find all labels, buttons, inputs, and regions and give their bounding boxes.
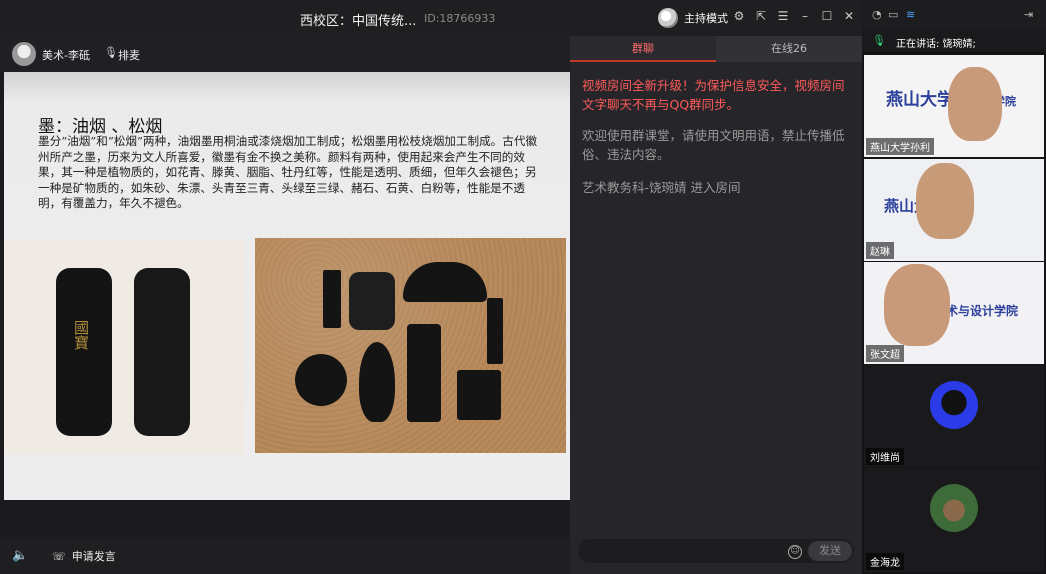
layers-icon[interactable]: ≋ <box>906 8 915 21</box>
presenter-name: 美术-李砥 <box>42 49 90 62</box>
ink-stick-inscription: 國寶 <box>72 320 90 350</box>
presenter-avatar <box>12 42 36 66</box>
share-icon[interactable]: ⇱ <box>754 9 768 23</box>
video-tile[interactable]: 艺术与设计学院 张文超 <box>864 262 1044 364</box>
app-window: 西校区：中国传统... ID:18766933 主持模式 ⚙ ⇱ ☰ – ☐ ✕… <box>0 0 1046 574</box>
ink-piece <box>407 324 441 422</box>
shared-slide: 墨：油烟 、松烟 墨分“油烟”和“松烟”两种，油烟墨用桐油或漆烧烟加工制成；松烟… <box>4 72 570 500</box>
wall-text: 燕山大学 <box>886 90 954 110</box>
ink-piece <box>323 270 341 328</box>
close-icon[interactable]: ✕ <box>842 9 856 23</box>
send-button[interactable]: 发送 <box>808 541 852 561</box>
participant-avatar <box>930 381 978 429</box>
room-title: 西校区：中国传统... <box>300 14 417 29</box>
video-tile[interactable]: 燕山大学 赵琳 <box>864 159 1044 261</box>
emoji-icon[interactable]: ☺ <box>788 545 802 559</box>
participant-name: 刘维尚 <box>866 448 904 465</box>
ink-stick-photo-left: 國寶 <box>4 240 244 454</box>
ink-piece <box>349 272 395 330</box>
ink-piece <box>359 342 395 422</box>
slide-paragraph: 墨分“油烟”和“松烟”两种，油烟墨用桐油或漆烧烟加工制成；松烟墨用松枝烧烟加工制… <box>38 134 538 211</box>
speaking-indicator: 🎙 正在讲话: 饶琬婧; <box>862 30 1046 52</box>
join-message: 艺术教务科-饶琬婧 进入房间 <box>582 180 741 195</box>
minimize-icon[interactable]: – <box>798 9 812 23</box>
phone-icon: ☏ <box>52 549 66 563</box>
sort-mic-button[interactable]: 排麦 <box>118 47 140 63</box>
participant-name: 金海龙 <box>866 553 904 570</box>
video-tile[interactable]: 燕山大学 设计学院 燕山大学孙利 <box>864 55 1044 157</box>
video-tile[interactable]: 金海龙 <box>864 468 1044 572</box>
participant-avatar <box>930 484 978 532</box>
maximize-icon[interactable]: ☐ <box>820 9 834 23</box>
notification-icon[interactable]: ◔ <box>872 8 882 21</box>
settings-icon[interactable]: ⚙ <box>732 9 746 23</box>
participant-name: 张文超 <box>866 345 904 362</box>
microphone-icon: 🎙 <box>104 46 118 59</box>
video-tile[interactable]: 刘维尚 <box>864 365 1044 467</box>
menu-icon[interactable]: ☰ <box>776 9 790 23</box>
bottom-toolbar: 🔈 ☏ 申请发言 <box>0 537 570 574</box>
tab-online[interactable]: 在线26 <box>716 36 862 62</box>
ink-piece <box>457 370 501 420</box>
speaker-icon[interactable]: 🔈 <box>12 548 28 563</box>
participants-column: ◔ ▭ ≋ ⇥ 🎙 正在讲话: 饶琬婧; 燕山大学 设计学院 燕山大学孙利 燕山… <box>862 0 1046 574</box>
window-controls: ⚙ ⇱ ☰ – ☐ ✕ <box>732 9 856 23</box>
ink-piece <box>403 262 487 302</box>
ink-stick-1 <box>56 268 112 436</box>
apply-speak-button[interactable]: ☏ 申请发言 <box>52 548 116 564</box>
ink-collection-photo <box>255 238 566 453</box>
chat-panel: 群聊 在线26 视频房间全新升级！为保护信息安全，视频房间文字聊天不再与QQ群同… <box>570 36 862 574</box>
host-mode-button[interactable]: 主持模式 <box>658 8 728 28</box>
participant-name: 赵琳 <box>866 242 894 259</box>
chat-tabs: 群聊 在线26 <box>570 36 862 62</box>
apply-speak-label: 申请发言 <box>71 550 116 563</box>
window-icon[interactable]: ▭ <box>888 8 898 21</box>
ink-stick-2 <box>134 268 190 436</box>
presenter-bar: 美术-李砥 🎙 排麦 <box>0 36 570 72</box>
tab-group-chat[interactable]: 群聊 <box>570 36 716 62</box>
room-id: ID:18766933 <box>424 12 496 25</box>
ink-piece <box>295 354 347 406</box>
participant-name: 燕山大学孙利 <box>866 138 934 155</box>
participant-face <box>884 264 950 346</box>
speaking-text: 正在讲话: 饶琬婧; <box>896 39 976 50</box>
system-notice: 视频房间全新升级！为保护信息安全，视频房间文字聊天不再与QQ群同步。 <box>582 78 845 112</box>
sidebar-toolbar: ◔ ▭ ≋ ⇥ <box>862 0 1046 30</box>
ink-piece <box>487 298 503 364</box>
host-avatar <box>658 8 678 28</box>
host-mode-label: 主持模式 <box>684 12 728 25</box>
participant-face <box>916 163 974 239</box>
collapse-icon[interactable]: ⇥ <box>1024 8 1033 21</box>
microphone-icon: 🎙 <box>872 34 886 47</box>
welcome-message: 欢迎使用群课堂，请使用文明用语，禁止传播低俗、违法内容。 <box>582 128 845 162</box>
title-bar: 西校区：中国传统... ID:18766933 主持模式 ⚙ ⇱ ☰ – ☐ ✕ <box>0 0 862 36</box>
participant-face <box>948 67 1002 141</box>
